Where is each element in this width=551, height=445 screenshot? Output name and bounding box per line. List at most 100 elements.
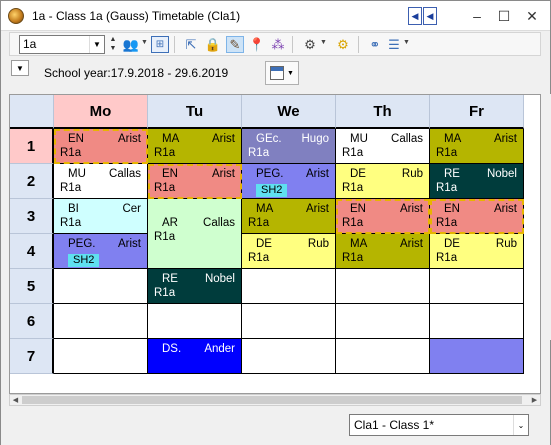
- edit-icon[interactable]: ✎: [226, 36, 244, 53]
- empty-slot[interactable]: [54, 269, 148, 304]
- empty-slot[interactable]: [54, 304, 148, 339]
- lesson-cell[interactable]: MU Callas R1a: [336, 129, 430, 164]
- lesson-subject: EN: [350, 203, 366, 215]
- calendar-button[interactable]: ▼: [265, 61, 299, 85]
- lesson-subject: MA: [350, 238, 368, 250]
- lesson-line: MA Arist: [336, 237, 429, 251]
- lesson-subject: MA: [444, 133, 462, 145]
- empty-slot[interactable]: [242, 269, 336, 304]
- toolbar: 1a ▼ ▲ ▼ 👥 ▼ ⊞ ⇱ 🔒 ✎ 📍 ⁂ ⚙ ▼ ⚙ ⚭ ☰ ▼: [9, 32, 541, 56]
- export-icon[interactable]: ⇱: [182, 36, 200, 53]
- lesson-teacher: Ander: [204, 343, 235, 355]
- scroll-right-icon[interactable]: ▶: [529, 395, 540, 405]
- lesson-cell[interactable]: AR Callas R1a: [148, 199, 242, 269]
- binoculars-icon[interactable]: ⚭: [366, 36, 384, 53]
- lesson-cell[interactable]: DS. Ander: [148, 339, 242, 374]
- lesson-cell[interactable]: EN Arist R1a: [336, 199, 430, 234]
- lesson-cell[interactable]: MA Arist R1a: [242, 199, 336, 234]
- lesson-cell[interactable]: RE Nobel R1a: [148, 269, 242, 304]
- lesson-cell[interactable]: DE Rub R1a: [430, 234, 524, 269]
- lesson-room: R1a: [342, 217, 364, 229]
- lesson-cell[interactable]: BI Cer R1a: [54, 199, 148, 234]
- horizontal-scrollbar[interactable]: ◀ ▶: [9, 394, 541, 406]
- lesson-room: R1a: [60, 217, 82, 229]
- lesson-cell[interactable]: MA Arist R1a: [430, 129, 524, 164]
- empty-slot[interactable]: [336, 339, 430, 374]
- people-dropdown-icon[interactable]: ▼: [141, 39, 148, 46]
- period-header: 6: [10, 304, 54, 339]
- empty-slot[interactable]: [242, 304, 336, 339]
- lesson-cell[interactable]: MA Arist R1a: [148, 129, 242, 164]
- view-selector[interactable]: Cla1 - Class 1* ⌄: [349, 414, 529, 436]
- settings-dropdown-icon[interactable]: ▼: [320, 39, 327, 46]
- lesson-cell[interactable]: DE Rub R1a: [242, 234, 336, 269]
- empty-slot[interactable]: [336, 304, 430, 339]
- list-icon[interactable]: ☰: [385, 36, 403, 53]
- lesson-room: R1a: [436, 217, 458, 229]
- lesson-subject: AR: [162, 217, 178, 229]
- collapse-button[interactable]: ▼: [11, 60, 29, 76]
- lesson-cell[interactable]: EN Arist R1a: [430, 199, 524, 234]
- lock-icon[interactable]: 🔒: [204, 36, 222, 53]
- grid-plus-icon[interactable]: ⊞: [151, 36, 169, 53]
- empty-slot[interactable]: [242, 339, 336, 374]
- lesson-line: DE Rub: [336, 167, 429, 181]
- lesson-cell[interactable]: GEc. Hugo R1a: [242, 129, 336, 164]
- lesson-line: RE Nobel: [148, 272, 241, 286]
- pin-icon[interactable]: 📍: [248, 36, 266, 53]
- element-selector[interactable]: 1a ▼: [19, 35, 105, 54]
- lesson-line: MA Arist: [430, 132, 523, 146]
- lesson-cell[interactable]: EN Arist R1a: [148, 164, 242, 199]
- lesson-teacher: Arist: [400, 238, 423, 250]
- scrollbar-thumb[interactable]: [22, 396, 522, 404]
- lesson-cell[interactable]: MU Callas R1a: [54, 164, 148, 199]
- gear-icon[interactable]: ⚙: [334, 36, 352, 53]
- lesson-line: EN Arist: [148, 167, 241, 181]
- lesson-subject: PEG.: [68, 238, 96, 250]
- next-element-button[interactable]: ◀: [423, 7, 437, 25]
- lesson-teacher: Nobel: [486, 168, 517, 180]
- close-button[interactable]: ✕: [520, 5, 544, 27]
- element-spinner[interactable]: ▲ ▼: [108, 35, 118, 54]
- title-bar: 1a - Class 1a (Gauss) Timetable (Cla1) ◀…: [1, 1, 550, 31]
- lesson-room: R1a: [60, 182, 82, 194]
- chevron-down-icon[interactable]: ⌄: [513, 415, 528, 435]
- scroll-left-icon[interactable]: ◀: [10, 395, 21, 405]
- lesson-teacher: Rub: [401, 168, 423, 180]
- lesson-subject: MU: [68, 168, 86, 180]
- lesson-cell[interactable]: [430, 339, 524, 374]
- lesson-room: R1a: [342, 182, 364, 194]
- period-header: 7: [10, 339, 54, 374]
- empty-slot[interactable]: [148, 304, 242, 339]
- lesson-subject: MU: [350, 133, 368, 145]
- lesson-subject: BI: [68, 203, 79, 215]
- people-icon[interactable]: 👥: [122, 36, 140, 53]
- lesson-cell[interactable]: PEG. Arist SH2: [242, 164, 336, 199]
- lesson-subject: PEG.: [256, 168, 284, 180]
- lesson-cell[interactable]: MA Arist R1a: [336, 234, 430, 269]
- vertical-scrollbar[interactable]: [541, 94, 551, 340]
- lesson-line: EN Arist: [54, 132, 147, 146]
- lesson-cell[interactable]: DE Rub R1a: [336, 164, 430, 199]
- minimize-button[interactable]: –: [465, 5, 489, 27]
- empty-slot[interactable]: [336, 269, 430, 304]
- lesson-cell[interactable]: RE Nobel R1a: [430, 164, 524, 199]
- settings-icon[interactable]: ⚙: [301, 36, 319, 53]
- empty-slot[interactable]: [430, 269, 524, 304]
- chevron-down-icon[interactable]: ▼: [89, 36, 104, 53]
- maximize-button[interactable]: ☐: [492, 5, 516, 27]
- lesson-room: R1a: [60, 147, 82, 159]
- empty-slot[interactable]: [430, 304, 524, 339]
- list-dropdown-icon[interactable]: ▼: [403, 39, 410, 46]
- molecule-icon[interactable]: ⁂: [269, 36, 287, 53]
- lesson-cell[interactable]: PEG. Arist SH2: [54, 234, 148, 269]
- window-title: 1a - Class 1a (Gauss) Timetable (Cla1): [32, 9, 241, 23]
- previous-element-button[interactable]: ◀: [408, 7, 422, 25]
- lesson-cell[interactable]: EN Arist R1a: [54, 129, 148, 164]
- lesson-teacher: Rub: [307, 238, 329, 250]
- lesson-line: MU Callas: [336, 132, 429, 146]
- lesson-teacher: Callas: [109, 168, 141, 180]
- empty-slot[interactable]: [54, 339, 148, 374]
- period-header: 2: [10, 164, 54, 199]
- lesson-line: AR Callas: [148, 216, 241, 230]
